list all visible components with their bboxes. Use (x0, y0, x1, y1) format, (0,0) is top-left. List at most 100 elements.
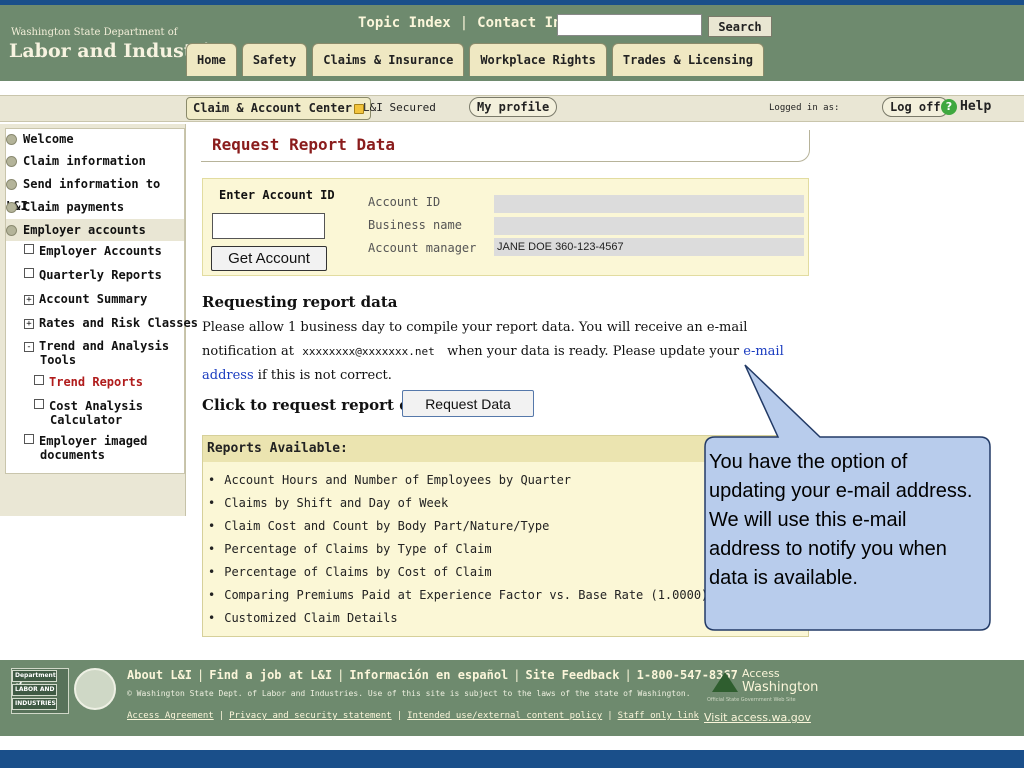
account-manager-label: Account manager (368, 241, 477, 255)
bullet-icon (6, 179, 17, 190)
report-item: Claims by Shift and Day of Week (208, 496, 448, 510)
search-input[interactable] (557, 14, 702, 36)
privacy-link[interactable]: Privacy and security statement (229, 711, 392, 721)
account-id-input[interactable] (212, 213, 325, 239)
sidebar-sub-imaged-documents[interactable]: Employer imaged documents (24, 434, 147, 462)
find-job-link[interactable]: Find a job at L&I (209, 668, 332, 682)
business-name-label: Business name (368, 218, 462, 232)
claim-account-center-button[interactable]: Claim & Account Center (186, 97, 371, 120)
tab-home[interactable]: Home (186, 43, 237, 76)
access-washington-tagline: Official State Government Web Site (707, 697, 796, 703)
sidebar-item-label: Claim payments (23, 200, 125, 214)
report-item: Customized Claim Details (208, 611, 397, 625)
email-address-link[interactable]: e-mail (743, 344, 783, 359)
sidebar-item-claim-payments[interactable]: Claim payments (6, 196, 184, 218)
bullet-icon (6, 156, 17, 167)
request-text-part: notification at (202, 344, 294, 359)
box-icon (34, 375, 44, 385)
top-links: Topic Index | Contact Info (358, 15, 578, 31)
my-profile-button[interactable]: My profile (469, 97, 558, 117)
search-button[interactable]: Search (708, 16, 772, 37)
page: Washington State Department of Labor and… (0, 0, 1024, 768)
main-nav-tabs: Home Safety Claims & Insurance Workplace… (186, 43, 769, 76)
staff-only-link[interactable]: Staff only link (618, 711, 699, 721)
sidebar-item-send-information[interactable]: Send information to L&I (6, 173, 184, 213)
sidebar-sub-label: Employer Accounts (39, 244, 162, 258)
tab-workplace-rights[interactable]: Workplace Rights (469, 43, 607, 76)
get-account-button[interactable]: Get Account (211, 246, 327, 271)
bottom-accent-bar (0, 750, 1024, 768)
box-icon (24, 244, 34, 254)
intended-use-link[interactable]: Intended use/external content policy (407, 711, 602, 721)
box-icon (24, 434, 34, 444)
spanish-info-link[interactable]: Información en español (349, 668, 508, 682)
account-id-value (494, 195, 804, 213)
bullet-icon (6, 225, 17, 236)
tab-safety[interactable]: Safety (241, 43, 308, 76)
sidebar-sub-label: Trend and Analysis (39, 339, 170, 353)
request-text-part: when your data is ready. Please update y… (447, 344, 740, 359)
sidebar-sub-label: Account Summary (39, 292, 148, 306)
sidebar-item-label: Employer accounts (23, 223, 146, 237)
help-link[interactable]: Help (960, 99, 991, 114)
state-seal-icon (74, 668, 116, 710)
bullet-icon (6, 202, 17, 213)
access-washington-small: Access (742, 667, 780, 680)
seal-line: Department of (12, 670, 57, 689)
request-data-button[interactable]: Request Data (402, 390, 534, 417)
seal-line: INDUSTRIES (12, 698, 57, 710)
secured-label: L&I Secured (363, 101, 436, 114)
sidebar-sub-label-line2: documents (40, 448, 106, 462)
logged-in-label: Logged in as: (769, 103, 840, 113)
topic-index-link[interactable]: Topic Index (358, 15, 451, 31)
business-name-value (494, 217, 804, 235)
sidebar-item-employer-accounts[interactable]: Employer accounts (6, 219, 184, 241)
request-text-line2: notification at xxxxxxxx@xxxxxxx.net whe… (202, 344, 802, 359)
report-item: Percentage of Claims by Type of Claim (208, 542, 491, 556)
sidebar-item-claim-information[interactable]: Claim information (6, 150, 184, 172)
sidebar-sub-quarterly-reports[interactable]: Quarterly Reports (24, 268, 162, 282)
visit-access-link[interactable]: Visit access.wa.gov (704, 711, 811, 724)
site-feedback-link[interactable]: Site Feedback (526, 668, 620, 682)
enter-account-label: Enter Account ID (219, 188, 335, 202)
email-address-link-cont[interactable]: address (202, 368, 254, 383)
sidebar-sub-label-line2: Tools (40, 353, 77, 367)
tab-trades-licensing[interactable]: Trades & Licensing (611, 43, 764, 76)
sidebar-sub-cost-analysis[interactable]: Cost Analysis Calculator (34, 399, 143, 427)
account-id-label: Account ID (368, 195, 441, 209)
footer-policy-links: Access Agreement | Privacy and security st… (127, 711, 699, 721)
box-icon (34, 399, 44, 409)
request-text-line1: Please allow 1 business day to compile y… (202, 320, 748, 335)
report-item: Claim Cost and Count by Body Part/Nature… (208, 519, 549, 533)
box-icon (24, 268, 34, 278)
sidebar-sub-trend-reports[interactable]: Trend Reports (34, 375, 143, 389)
sidebar-sub-label: Rates and Risk Classes (39, 316, 198, 330)
sidebar-sub-label: Trend Reports (49, 375, 143, 389)
sidebar-sub-trend-analysis-tools[interactable]: - Trend and Analysis Tools (24, 339, 169, 367)
tab-claims-insurance[interactable]: Claims & Insurance (312, 43, 465, 76)
help-icon[interactable]: ? (941, 99, 957, 115)
sidebar-sub-employer-accounts[interactable]: Employer Accounts (24, 244, 162, 258)
log-off-button[interactable]: Log off (882, 97, 949, 117)
separator: | (459, 15, 469, 31)
sidebar-item-label: Claim information (23, 154, 146, 168)
sidebar-item-welcome[interactable]: Welcome (6, 128, 184, 150)
sidebar-item-label: Welcome (23, 132, 74, 146)
click-to-request-label: Click to request report data (202, 396, 437, 414)
report-item: Percentage of Claims by Cost of Claim (208, 565, 491, 579)
sidebar-sub-label: Cost Analysis (49, 399, 143, 413)
callout-text: You have the option of updating your e-m… (709, 451, 973, 589)
access-washington-logo[interactable]: Washington (742, 680, 818, 695)
bullet-icon (6, 134, 17, 145)
requesting-heading: Requesting report data (202, 293, 398, 311)
access-agreement-link[interactable]: Access Agreement (127, 711, 214, 721)
notification-email: xxxxxxxx@xxxxxxx.net (302, 345, 435, 358)
report-item: Account Hours and Number of Employees by… (208, 473, 571, 487)
claim-account-center-label: Claim & Account Center (193, 101, 352, 115)
about-link[interactable]: About L&I (127, 668, 192, 682)
agency-logo-small[interactable]: Washington State Department of (11, 27, 177, 38)
expand-icon: + (24, 319, 34, 329)
sidebar-sub-account-summary[interactable]: + Account Summary (24, 292, 147, 306)
sidebar-sub-rates-risk-classes[interactable]: + Rates and Risk Classes (24, 316, 198, 330)
sidebar-sub-label-line2: Calculator (50, 413, 123, 427)
